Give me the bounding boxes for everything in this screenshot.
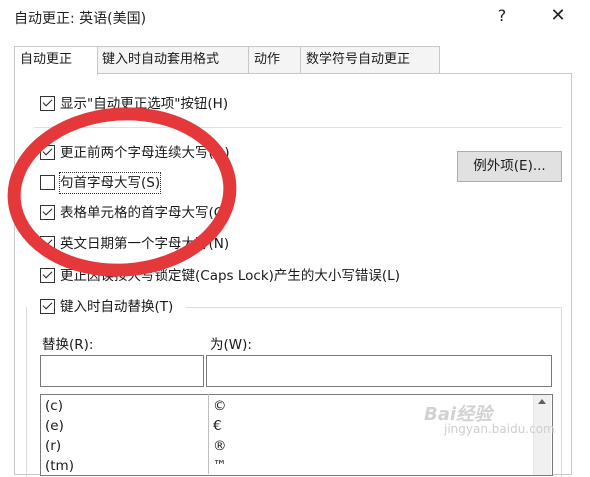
group-border-left	[26, 307, 27, 477]
tab-math-autocorrect[interactable]: 数学符号自动更正	[300, 46, 440, 73]
replace-input[interactable]	[40, 355, 204, 387]
close-button[interactable]: ✕	[538, 2, 578, 30]
group-border-right	[561, 307, 562, 477]
list-item-from: (r)	[45, 438, 62, 454]
list-column-divider	[208, 394, 209, 474]
tab-autocorrect[interactable]: 自动更正	[14, 46, 98, 75]
list-item[interactable]: (tm) ™	[41, 456, 535, 475]
replace-label: 替换(R):	[42, 337, 94, 353]
exceptions-button[interactable]: 例外项(E)...	[457, 151, 562, 182]
list-item-from: (e)	[45, 418, 64, 434]
list-item-to: ®	[213, 438, 227, 454]
checkbox-replace-typing[interactable]	[40, 299, 55, 314]
list-item-to: ™	[213, 458, 227, 474]
list-item-from: (c)	[45, 398, 63, 414]
with-label: 为(W):	[210, 337, 252, 353]
with-input[interactable]	[206, 355, 552, 387]
window-title: 自动更正: 英语(美国)	[14, 11, 147, 27]
scroll-up-arrow-icon[interactable]	[538, 399, 546, 404]
highlight-ring	[7, 107, 237, 277]
group-border-top	[186, 307, 562, 308]
watermark: Bai经验 jingyan.baidu.com	[424, 400, 555, 436]
list-item-to: €	[213, 418, 222, 434]
highlight-ellipse	[7, 107, 237, 277]
help-button[interactable]: ?	[482, 2, 522, 30]
watermark-url: jingyan.baidu.com	[444, 422, 555, 436]
label-replace-typing: 键入时自动替换(T)	[60, 299, 174, 315]
tab-autoformat-as-you-type[interactable]: 键入时自动套用格式	[96, 46, 250, 73]
list-item-to: ©	[213, 398, 227, 414]
list-item[interactable]: (r) ®	[41, 436, 535, 456]
tab-actions[interactable]: 动作	[248, 46, 302, 73]
option-replace-as-you-type[interactable]: 键入时自动替换(T)	[40, 297, 173, 317]
list-item-from: (tm)	[45, 458, 74, 474]
